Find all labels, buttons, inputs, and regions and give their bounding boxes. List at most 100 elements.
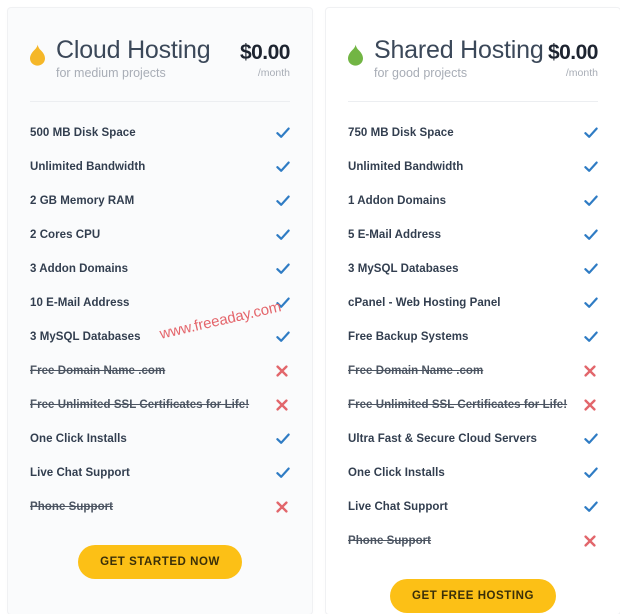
flame-icon [30, 44, 45, 66]
feature-label: 2 GB Memory RAM [30, 194, 135, 207]
check-icon [276, 466, 290, 480]
check-icon [584, 432, 598, 446]
feature-label: 3 MySQL Databases [348, 262, 459, 275]
cta-wrapper: GET FREE HOSTING [326, 578, 620, 613]
feature-label: Free Backup Systems [348, 330, 469, 343]
check-icon [276, 330, 290, 344]
plan-price-period: /month [565, 67, 598, 79]
pricing-card-cloud-hosting: Cloud Hosting for medium projects $0.00 … [8, 8, 312, 614]
feature-row: Unlimited Bandwidth [30, 150, 290, 184]
pricing-comparison: Cloud Hosting for medium projects $0.00 … [0, 0, 620, 614]
feature-label: Unlimited Bandwidth [348, 160, 464, 173]
check-icon [584, 466, 598, 480]
check-icon [584, 126, 598, 140]
feature-row: 10 E-Mail Address [30, 286, 290, 320]
feature-label: cPanel - Web Hosting Panel [348, 296, 501, 309]
check-icon [584, 194, 598, 208]
feature-row: Phone Support [30, 490, 290, 524]
cross-icon [584, 398, 598, 411]
feature-row: 3 Addon Domains [30, 252, 290, 286]
plan-brand: Cloud Hosting for medium projects [30, 38, 240, 80]
feature-row: 3 MySQL Databases [348, 252, 598, 286]
feature-row: Free Unlimited SSL Certificates for Life… [348, 388, 598, 422]
plan-price-period: /month [257, 67, 290, 79]
card-header: Cloud Hosting for medium projects $0.00 … [8, 8, 312, 80]
feature-row: 5 E-Mail Address [348, 218, 598, 252]
feature-label: Ultra Fast & Secure Cloud Servers [348, 432, 537, 445]
feature-row: cPanel - Web Hosting Panel [348, 286, 598, 320]
feature-row: 500 MB Disk Space [30, 116, 290, 150]
feature-label: 3 MySQL Databases [30, 330, 141, 343]
plan-price: $0.00 [547, 41, 599, 64]
feature-row: 3 MySQL Databases [30, 320, 290, 354]
check-icon [584, 296, 598, 310]
header-divider [348, 100, 598, 102]
check-icon [276, 228, 290, 242]
card-header: Shared Hosting for good projects $0.00 /… [326, 8, 620, 80]
feature-row: 1 Addon Domains [348, 184, 598, 218]
feature-row: Free Backup Systems [348, 320, 598, 354]
cross-icon [276, 500, 290, 513]
plan-titles: Shared Hosting for good projects [374, 38, 544, 80]
plan-titles: Cloud Hosting for medium projects [56, 36, 211, 80]
feature-row: Ultra Fast & Secure Cloud Servers [348, 422, 598, 456]
feature-label: Live Chat Support [30, 466, 130, 479]
cta-wrapper: GET STARTED NOW [8, 544, 312, 579]
check-icon [584, 262, 598, 276]
feature-label: Free Unlimited SSL Certificates for Life… [30, 398, 250, 411]
cross-icon [584, 364, 598, 377]
feature-label: 500 MB Disk Space [30, 126, 136, 139]
check-icon [276, 160, 290, 174]
get-free-hosting-button[interactable]: GET FREE HOSTING [390, 578, 556, 613]
flame-icon [348, 44, 363, 66]
feature-label: Live Chat Support [348, 500, 448, 513]
feature-label: Free Domain Name .com [348, 364, 484, 377]
plan-price-box: $0.00 /month [240, 38, 291, 79]
feature-label: Phone Support [30, 500, 114, 513]
check-icon [584, 228, 598, 242]
feature-label: 5 E-Mail Address [348, 228, 442, 241]
feature-list-shared-hosting: 750 MB Disk Space Unlimited Bandwidth 1 Ad… [326, 116, 620, 558]
check-icon [276, 126, 290, 140]
feature-label: 2 Cores CPU [30, 228, 101, 241]
feature-row: Free Domain Name .com [348, 354, 598, 388]
header-divider [30, 100, 290, 102]
plan-title: Cloud Hosting [56, 36, 211, 64]
cross-icon [276, 364, 290, 377]
check-icon [584, 500, 598, 514]
feature-row: Unlimited Bandwidth [348, 150, 598, 184]
feature-label: 1 Addon Domains [348, 194, 447, 207]
feature-list-cloud-hosting: 500 MB Disk Space Unlimited Bandwidth 2 GB… [8, 116, 312, 524]
pricing-card-shared-hosting: Shared Hosting for good projects $0.00 /… [326, 8, 620, 614]
feature-label: Free Domain Name .com [30, 364, 166, 377]
plan-brand: Shared Hosting for good projects [348, 38, 548, 80]
get-started-now-button[interactable]: GET STARTED NOW [78, 544, 242, 579]
plan-title: Shared Hosting [374, 36, 544, 64]
feature-row: 2 Cores CPU [30, 218, 290, 252]
feature-row: One Click Installs [348, 456, 598, 490]
check-icon [584, 330, 598, 344]
plan-subtitle: for medium projects [56, 66, 166, 80]
cross-icon [584, 534, 598, 547]
feature-label: 3 Addon Domains [30, 262, 129, 275]
feature-row: Free Domain Name .com [30, 354, 290, 388]
feature-label: 750 MB Disk Space [348, 126, 454, 139]
plan-subtitle: for good projects [374, 66, 468, 80]
plan-price-box: $0.00 /month [547, 38, 599, 79]
check-icon [276, 262, 290, 276]
check-icon [584, 160, 598, 174]
feature-row: Live Chat Support [348, 490, 598, 524]
feature-row: Free Unlimited SSL Certificates for Life… [30, 388, 290, 422]
feature-row: 2 GB Memory RAM [30, 184, 290, 218]
feature-row: 750 MB Disk Space [348, 116, 598, 150]
check-icon [276, 296, 290, 310]
cross-icon [276, 398, 290, 411]
feature-row: One Click Installs [30, 422, 290, 456]
feature-label: Unlimited Bandwidth [30, 160, 146, 173]
check-icon [276, 432, 290, 446]
feature-row: Phone Support [348, 524, 598, 558]
feature-label: Phone Support [348, 534, 432, 547]
check-icon [276, 194, 290, 208]
feature-label: Free Unlimited SSL Certificates for Life… [348, 398, 568, 411]
feature-label: 10 E-Mail Address [30, 296, 130, 309]
